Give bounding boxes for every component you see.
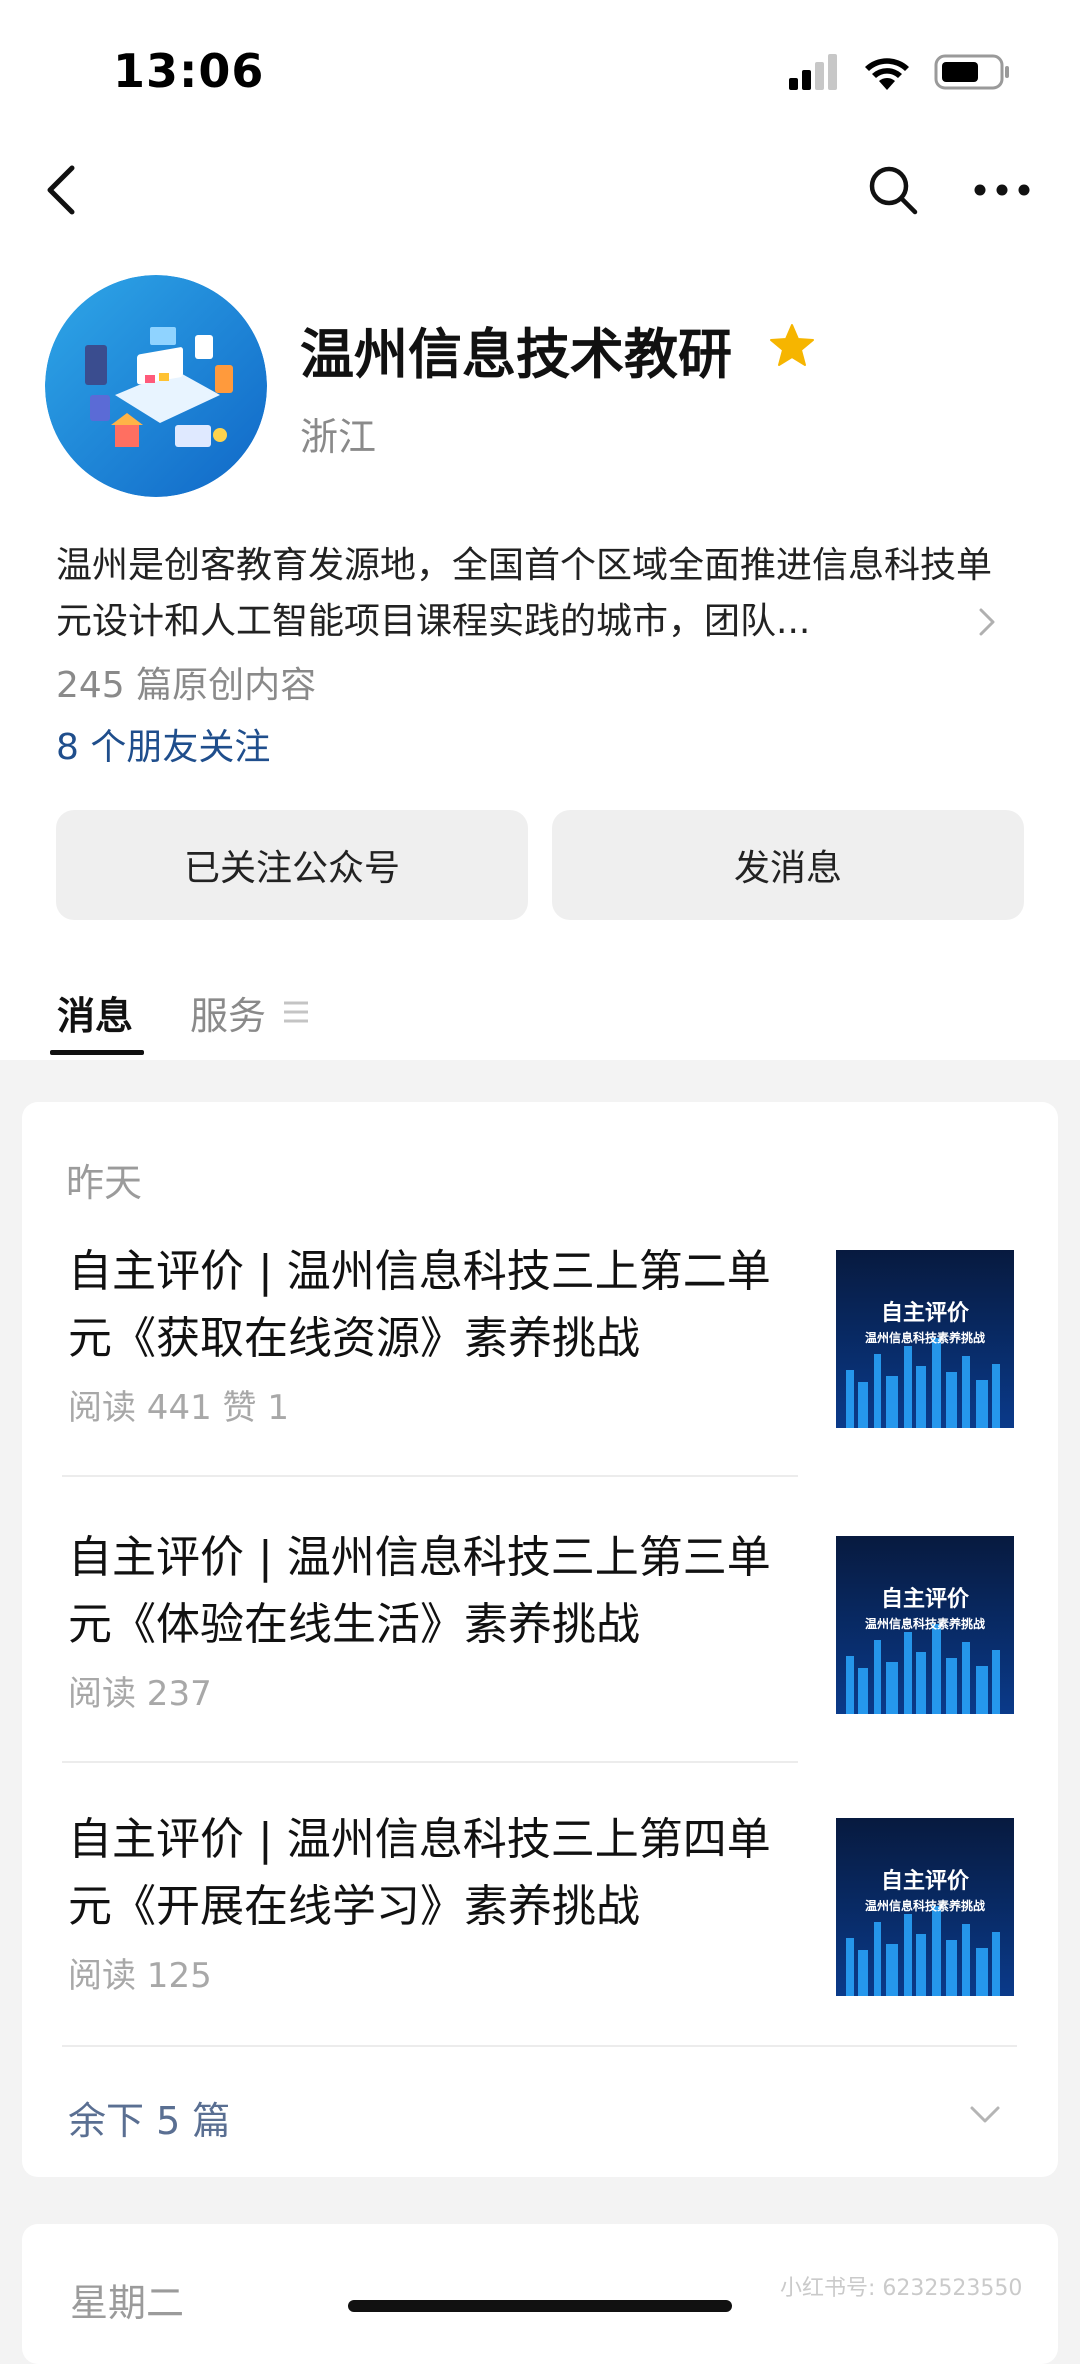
account-name: 温州信息技术教研 (300, 323, 732, 386)
status-icons (789, 54, 1009, 90)
search-icon[interactable] (865, 162, 921, 218)
home-indicator[interactable] (348, 2300, 732, 2312)
article-title[interactable]: 自主评价 | 温州信息科技三上第三单元《体验在线生活》素养挑战 (68, 1524, 788, 1658)
article-title[interactable]: 自主评价 | 温州信息科技三上第二单元《获取在线资源》素养挑战 (68, 1238, 788, 1372)
thumb-title: 自主评价 (881, 1586, 970, 1612)
remaining-articles-link[interactable]: 余下 5 篇 (68, 2090, 230, 2145)
thumb-title: 自主评价 (881, 1300, 970, 1326)
status-time: 13:06 (113, 44, 265, 98)
followed-button[interactable]: 已关注公众号 (56, 810, 528, 920)
region-label: 浙江 (300, 415, 377, 459)
menu-icon[interactable] (282, 997, 310, 1027)
article-meta: 阅读 125 (68, 1956, 212, 1996)
thumb-subtitle: 温州信息科技素养挑战 (865, 1616, 985, 1631)
tab-services[interactable]: 服务 (190, 985, 266, 1040)
account-description[interactable]: 温州是创客教育发源地，全国首个区域全面推进信息科技单元设计和人工智能项目课程实践… (56, 538, 1011, 650)
send-message-button[interactable]: 发消息 (552, 810, 1024, 920)
chevron-right-icon[interactable] (975, 604, 999, 640)
article-meta: 阅读 441 赞 1 (68, 1388, 289, 1428)
wifi-icon (865, 58, 909, 90)
divider (62, 2045, 1017, 2047)
article-thumbnail[interactable]: 自主评价 温州信息科技素养挑战 (836, 1250, 1014, 1428)
battery-icon (934, 54, 1009, 90)
watermark: 小红书号: 6232523550 (780, 2276, 1023, 2301)
thumb-title: 自主评价 (881, 1868, 970, 1894)
article-title[interactable]: 自主评价 | 温州信息科技三上第四单元《开展在线学习》素养挑战 (68, 1806, 788, 1940)
article-meta: 阅读 237 (68, 1674, 212, 1714)
article-thumbnail[interactable]: 自主评价 温州信息科技素养挑战 (836, 1818, 1014, 1996)
avatar[interactable] (45, 275, 267, 497)
star-icon (770, 324, 814, 366)
date-label: 星期二 (70, 2281, 185, 2325)
tab-messages[interactable]: 消息 (57, 985, 133, 1040)
chevron-down-icon[interactable] (968, 2104, 1002, 2126)
article-thumbnail[interactable]: 自主评价 温州信息科技素养挑战 (836, 1536, 1014, 1714)
friends-follow-link[interactable]: 8 个朋友关注 (56, 718, 270, 770)
signal-icon (789, 54, 837, 90)
more-icon[interactable] (972, 175, 1032, 205)
thumb-subtitle: 温州信息科技素养挑战 (865, 1898, 985, 1913)
back-icon[interactable] (40, 160, 90, 220)
divider (62, 1761, 798, 1763)
original-count: 245 篇原创内容 (56, 665, 317, 706)
thumb-subtitle: 温州信息科技素养挑战 (865, 1330, 985, 1345)
tab-active-indicator (50, 1050, 144, 1055)
date-label: 昨天 (66, 1161, 143, 1205)
divider (62, 1475, 798, 1477)
